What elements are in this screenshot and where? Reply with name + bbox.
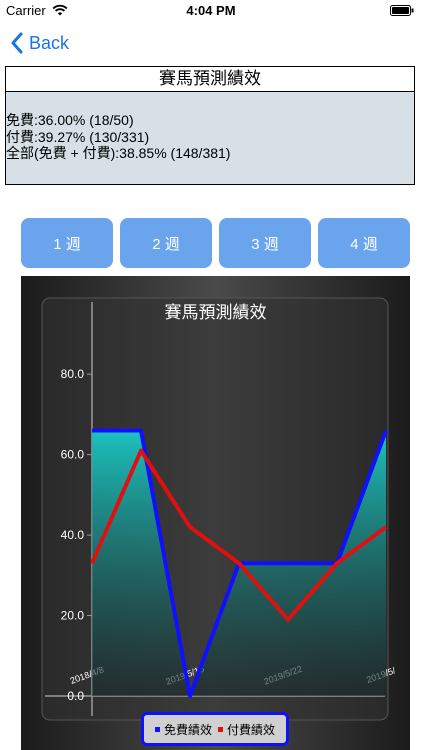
- y-tick-label: 60.0: [61, 448, 85, 462]
- back-label: Back: [29, 32, 70, 53]
- legend-swatch-free: [154, 726, 160, 732]
- battery-icon: [390, 5, 414, 16]
- legend-item-free: 免費績效: [154, 721, 212, 738]
- chart-canvas: 0.020.040.060.080.02018/4/82019/5/152019…: [41, 297, 397, 721]
- legend-label-free: 免費績效: [163, 722, 212, 737]
- y-tick-label: 40.0: [61, 528, 85, 542]
- legend-label-paid: 付費績效: [227, 722, 276, 737]
- stats-panel: 免費:36.00% (18/50) 付費:39.27% (130/331) 全部…: [5, 92, 415, 185]
- y-tick-label: 0.0: [67, 689, 84, 703]
- week-4-button[interactable]: 4 週: [318, 218, 410, 268]
- week-1-button[interactable]: 1 週: [21, 218, 113, 268]
- week-3-button[interactable]: 3 週: [219, 218, 311, 268]
- back-button[interactable]: Back: [10, 32, 69, 54]
- chart-title: 賽馬預測績效: [164, 303, 267, 322]
- navigation-bar: Back: [0, 22, 422, 66]
- chart-legend: 免費績效 付費績效: [141, 712, 289, 746]
- stat-free: 免費:36.00% (18/50): [6, 112, 134, 128]
- legend-swatch-paid: [218, 726, 223, 732]
- y-tick-label: 20.0: [61, 609, 85, 623]
- performance-chart: 0.020.040.060.080.02018/4/82019/5/152019…: [21, 276, 410, 750]
- status-time: 4:04 PM: [186, 3, 236, 18]
- y-tick-label: 80.0: [61, 367, 85, 381]
- page-title: 賽馬預測績效: [5, 66, 415, 92]
- chevron-left-icon: [11, 32, 23, 54]
- week-2-button[interactable]: 2 週: [120, 218, 212, 268]
- stat-all: 全部(免費 + 付費):38.85% (148/381): [6, 145, 231, 161]
- stat-paid: 付費:39.27% (130/331): [6, 128, 150, 145]
- legend-item-paid: 付費績效: [218, 721, 275, 738]
- week-selector: 1 週 2 週 3 週 4 週: [21, 218, 410, 268]
- status-bar: Carrier 4:04 PM: [0, 0, 422, 22]
